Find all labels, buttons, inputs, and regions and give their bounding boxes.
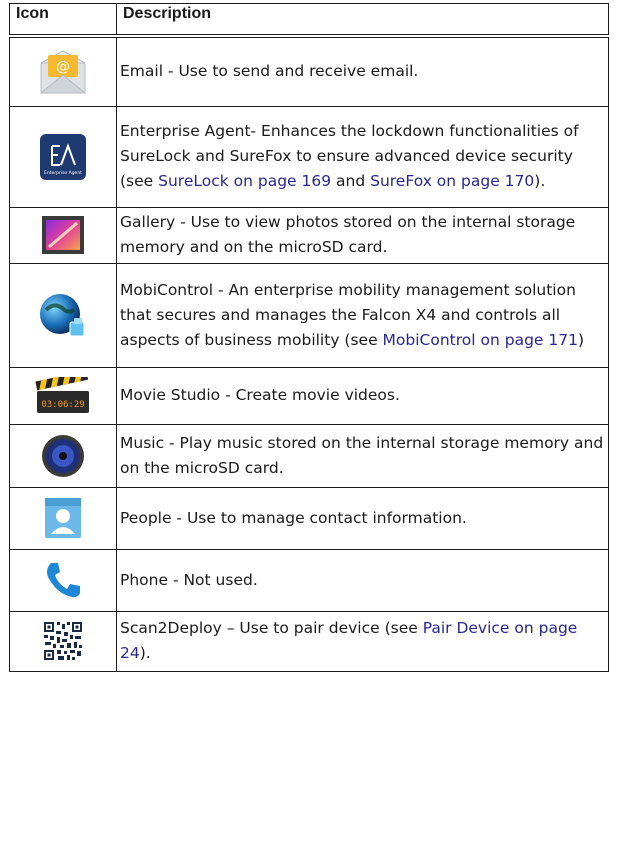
table-row: Enterprise Agent Enterprise Agent- Enhan… [9, 105, 609, 208]
row-description: Enterprise Agent- Enhances the lockdown … [116, 105, 609, 208]
svg-text:03:06:29: 03:06:29 [41, 400, 84, 410]
gallery-icon [42, 216, 84, 254]
description-text: ). [139, 644, 151, 662]
description-text: ). [534, 172, 546, 190]
row-description: Movie Studio - Create movie videos. [116, 366, 609, 425]
table-row: Gallery - Use to view photos stored on t… [9, 206, 609, 264]
description-text: and [331, 172, 371, 190]
table-row: People - Use to manage contact informati… [9, 486, 609, 550]
email-icon: @ [39, 50, 87, 94]
cross-reference-link[interactable]: SureFox on page 170 [370, 172, 534, 190]
description-text: Phone - Not used. [120, 570, 258, 589]
people-icon [45, 498, 81, 538]
row-description: Music - Play music stored on the interna… [116, 423, 609, 488]
music-icon [42, 434, 84, 477]
table-row: Phone - Not used. [9, 548, 609, 612]
mobicontrol-icon [40, 294, 85, 337]
movie-studio-icon: 03:06:29 [35, 376, 89, 413]
description-text: Gallery - Use to view photos stored on t… [120, 213, 576, 256]
table-row: MobiControl - An enterprise mobility man… [9, 262, 609, 368]
table-row: 03:06:29 Movie Studio - Create movie vid… [9, 366, 609, 425]
phone-icon [47, 563, 80, 598]
svg-text:Enterprise Agent: Enterprise Agent [44, 170, 82, 176]
icon-column-header: Icon [9, 3, 117, 38]
row-description: MobiControl - An enterprise mobility man… [116, 262, 609, 368]
row-description: Scan2Deploy – Use to pair device (see Pa… [116, 610, 609, 672]
description-text: Email - Use to send and receive email. [120, 62, 419, 81]
description-text: People - Use to manage contact informati… [120, 508, 467, 527]
row-description: Gallery - Use to view photos stored on t… [116, 206, 609, 264]
table-header-row: Icon Description [9, 3, 609, 38]
row-description: Phone - Not used. [116, 548, 609, 612]
row-description: Email - Use to send and receive email. [116, 35, 609, 107]
description-text: ) [577, 330, 585, 349]
app-icon-table: Icon Description @ Email - Use to send a… [9, 3, 609, 672]
description-text: Scan2Deploy – Use to pair device (see [120, 619, 423, 637]
table-row: Music - Play music stored on the interna… [9, 423, 609, 488]
description-text: Movie Studio - Create movie videos. [120, 386, 400, 404]
cross-reference-link[interactable]: SureLock on page 169 [158, 172, 331, 190]
row-description: People - Use to manage contact informati… [116, 486, 609, 550]
description-column-header: Description [116, 3, 609, 38]
table-row: Scan2Deploy – Use to pair device (see Pa… [9, 610, 609, 672]
description-text: Music - Play music stored on the interna… [120, 433, 604, 477]
table-row: @ Email - Use to send and receive email. [9, 35, 609, 107]
svg-text:@: @ [56, 59, 70, 75]
enterprise-agent-icon: Enterprise Agent [40, 133, 86, 180]
scan2deploy-icon [43, 621, 83, 661]
cross-reference-link[interactable]: MobiControl on page 171 [383, 331, 578, 349]
